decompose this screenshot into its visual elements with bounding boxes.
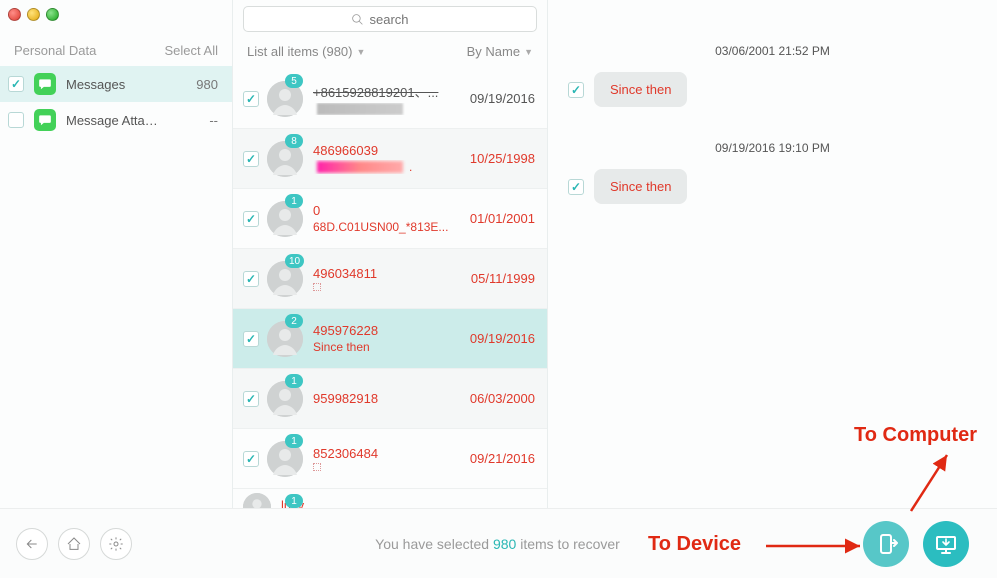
conversation-title: 486966039 bbox=[313, 143, 464, 158]
settings-button[interactable] bbox=[100, 528, 132, 560]
conversation-date: 05/11/1999 bbox=[471, 271, 535, 286]
sidebar-item-label: Message Atta… bbox=[66, 113, 209, 128]
conversation-date: 10/25/1998 bbox=[470, 151, 535, 166]
annotation-to-device: To Device bbox=[648, 533, 741, 556]
message-row: Since then bbox=[568, 72, 977, 107]
search-field[interactable] bbox=[370, 12, 430, 27]
phone-export-icon bbox=[874, 532, 898, 556]
conversation-title: 959982918 bbox=[313, 391, 464, 406]
checkbox-icon[interactable] bbox=[568, 179, 584, 195]
conversation-title: 0 bbox=[313, 203, 464, 218]
conversation-title: +8615928819201、... bbox=[313, 82, 464, 101]
conversation-list[interactable]: 5+8615928819201、...09/19/20168486966039.… bbox=[233, 69, 547, 508]
checkbox-icon[interactable] bbox=[243, 451, 259, 467]
conversation-item[interactable]: 5 +8615928819201、... 09/19/2016 bbox=[233, 69, 547, 129]
checkbox-icon[interactable] bbox=[243, 211, 259, 227]
conversation-date: 06/03/2000 bbox=[470, 391, 535, 406]
status-text: You have selected 980 items to recover bbox=[132, 536, 863, 552]
back-icon bbox=[24, 536, 40, 552]
search-icon bbox=[351, 13, 364, 26]
conversation-item[interactable]: 1068D.C01USN00_*813E...01/01/2001 bbox=[233, 189, 547, 249]
checkbox-icon[interactable] bbox=[243, 331, 259, 347]
computer-export-icon bbox=[934, 532, 958, 556]
messages-icon bbox=[34, 73, 56, 95]
unread-badge: 5 bbox=[285, 74, 303, 88]
message-row: Since then bbox=[568, 169, 977, 204]
select-all-link[interactable]: Select All bbox=[165, 43, 218, 58]
conversation-date: 01/01/2001 bbox=[470, 211, 535, 226]
sidebar: Personal Data Select All Messages 980 Me… bbox=[0, 35, 232, 138]
chevron-down-icon: ▼ bbox=[524, 47, 533, 57]
conversation-column: List all items (980)▼ By Name▼ 5 +8615928… bbox=[232, 0, 548, 508]
checkbox-icon[interactable] bbox=[243, 391, 259, 407]
arrow-to-device bbox=[760, 536, 870, 556]
conversation-item[interactable]: 1 852306484 09/21/2016 bbox=[233, 429, 547, 489]
sidebar-item-count: -- bbox=[209, 113, 218, 128]
avatar-icon bbox=[243, 493, 271, 508]
checkbox-icon[interactable] bbox=[243, 271, 259, 287]
filter-items-dropdown[interactable]: List all items (980)▼ bbox=[247, 44, 365, 59]
conversation-title: 496034811 bbox=[313, 266, 465, 281]
timestamp: 09/19/2016 19:10 PM bbox=[568, 141, 977, 155]
sidebar-header: Personal Data bbox=[14, 43, 96, 58]
checkbox-icon[interactable] bbox=[8, 112, 24, 128]
checkbox-icon[interactable] bbox=[8, 76, 24, 92]
checkbox-icon[interactable] bbox=[568, 82, 584, 98]
back-button[interactable] bbox=[16, 528, 48, 560]
conversation-item[interactable]: 10 496034811 05/11/1999 bbox=[233, 249, 547, 309]
zoom-icon[interactable] bbox=[46, 8, 59, 21]
unread-badge: 1 bbox=[285, 494, 303, 508]
sidebar-item-count: 980 bbox=[196, 77, 218, 92]
window-controls bbox=[8, 8, 59, 21]
conversation-title: lucy bbox=[281, 498, 535, 509]
sidebar-item-label: Messages bbox=[66, 77, 196, 92]
conversation-title: 495976228 bbox=[313, 323, 464, 338]
timestamp: 03/06/2001 21:52 PM bbox=[568, 44, 977, 58]
unread-badge: 1 bbox=[285, 434, 303, 448]
unread-badge: 10 bbox=[285, 254, 304, 268]
chevron-down-icon: ▼ bbox=[356, 47, 365, 57]
conversation-date: 09/19/2016 bbox=[470, 331, 535, 346]
conversation-date: 09/19/2016 bbox=[470, 91, 535, 106]
conversation-title: 852306484 bbox=[313, 446, 464, 461]
conversation-item[interactable]: 1lucy bbox=[233, 489, 547, 508]
unread-badge: 1 bbox=[285, 374, 303, 388]
conversation-item[interactable]: 1 959982918 06/03/2000 bbox=[233, 369, 547, 429]
minimize-icon[interactable] bbox=[27, 8, 40, 21]
sidebar-item-messages[interactable]: Messages 980 bbox=[0, 66, 232, 102]
export-to-computer-button[interactable] bbox=[923, 521, 969, 567]
message-bubble[interactable]: Since then bbox=[594, 72, 687, 107]
message-bubble[interactable]: Since then bbox=[594, 169, 687, 204]
conversation-item[interactable]: 8486966039.10/25/1998 bbox=[233, 129, 547, 189]
sidebar-item-attachments[interactable]: Message Atta… -- bbox=[0, 102, 232, 138]
checkbox-icon[interactable] bbox=[243, 91, 259, 107]
unread-badge: 2 bbox=[285, 314, 303, 328]
home-icon bbox=[66, 536, 82, 552]
gear-icon bbox=[108, 536, 124, 552]
messages-icon bbox=[34, 109, 56, 131]
conversation-date: 09/21/2016 bbox=[470, 451, 535, 466]
conversation-item[interactable]: 2495976228Since then09/19/2016 bbox=[233, 309, 547, 369]
search-input[interactable] bbox=[243, 6, 537, 32]
checkbox-icon[interactable] bbox=[243, 151, 259, 167]
arrow-to-computer bbox=[905, 447, 955, 517]
close-icon[interactable] bbox=[8, 8, 21, 21]
sort-by-dropdown[interactable]: By Name▼ bbox=[467, 44, 533, 59]
unread-badge: 8 bbox=[285, 134, 303, 148]
home-button[interactable] bbox=[58, 528, 90, 560]
unread-badge: 1 bbox=[285, 194, 303, 208]
annotation-to-computer: To Computer bbox=[854, 424, 977, 447]
